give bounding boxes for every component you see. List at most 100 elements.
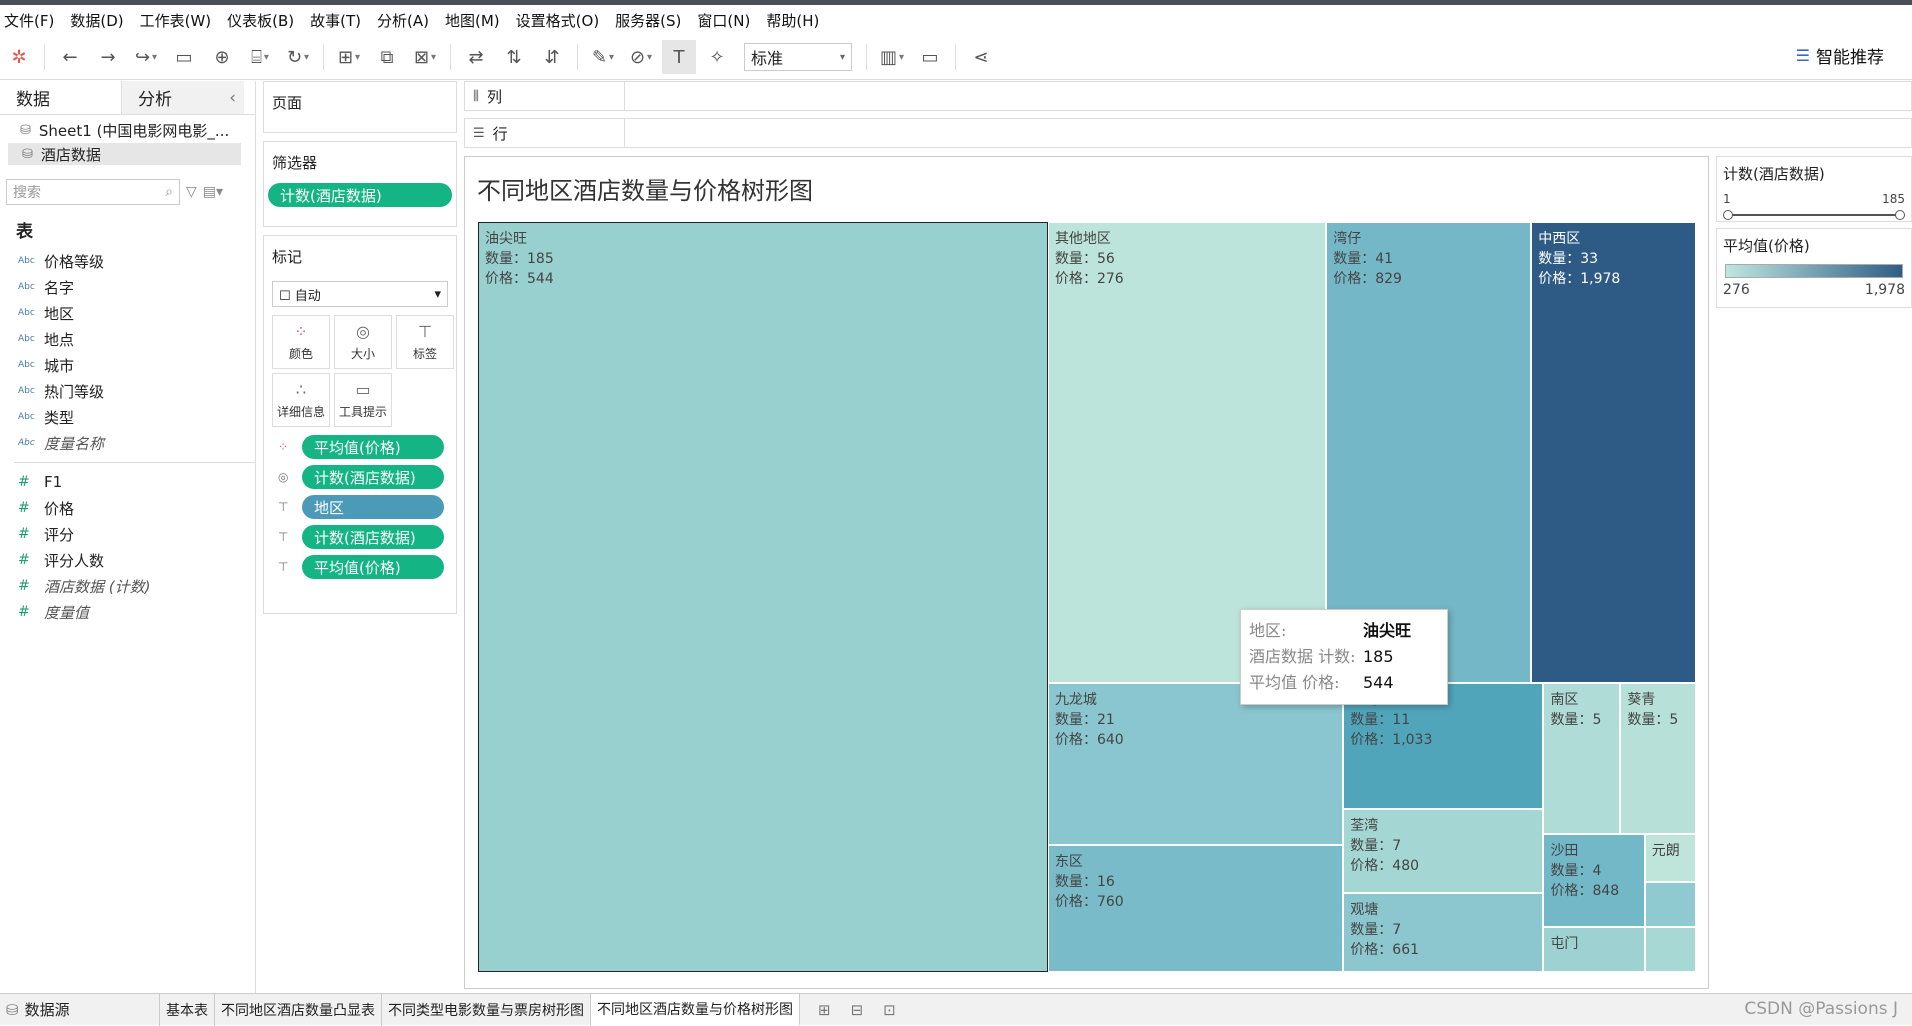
share-icon[interactable]: ⋖ bbox=[964, 40, 998, 74]
sheet-tab[interactable]: 不同类型电影数量与票房树形图 bbox=[382, 993, 591, 1026]
mark-pill-count-label[interactable]: 计数(酒店数据) bbox=[302, 525, 444, 549]
label-button[interactable]: ⊤ 标签 bbox=[396, 315, 454, 369]
tab-analysis[interactable]: 分析 ‹ bbox=[122, 81, 244, 114]
redo-dropdown-icon[interactable]: ↪ bbox=[129, 40, 163, 74]
mark-pill-price-label[interactable]: 平均值(价格) bbox=[302, 555, 444, 579]
highlight-icon[interactable]: ✎ bbox=[586, 40, 620, 74]
new-dashboard-icon[interactable]: ⊟ bbox=[851, 1001, 864, 1019]
datasource-menu-icon[interactable]: ⌸ bbox=[243, 40, 277, 74]
show-labels-icon[interactable]: T bbox=[662, 40, 696, 74]
treemap-cell[interactable]: 九龙城 数量：21 价格：640 bbox=[1047, 683, 1344, 846]
treemap-cell[interactable]: 屯门 bbox=[1543, 926, 1645, 972]
view-options-icon[interactable]: ▤▾ bbox=[203, 184, 223, 200]
dimension-field[interactable]: Abc 城市 bbox=[0, 352, 255, 378]
treemap-cell[interactable]: 沙田 数量：4 价格：848 bbox=[1543, 834, 1645, 927]
sort-descending-icon[interactable]: ⇵ bbox=[535, 40, 569, 74]
presentation-icon[interactable]: ▭ bbox=[913, 40, 947, 74]
dimension-field[interactable]: Abc 地点 bbox=[0, 326, 255, 352]
show-cards-icon[interactable]: ▥ bbox=[875, 40, 909, 74]
slider-max-handle[interactable] bbox=[1895, 210, 1905, 220]
datasource-tab[interactable]: ⛁ 数据源 bbox=[0, 993, 160, 1026]
mark-type-dropdown[interactable]: ☐ 自动 ▾ bbox=[272, 281, 448, 307]
new-story-icon[interactable]: ⊡ bbox=[883, 1001, 896, 1019]
redo-icon[interactable]: → bbox=[91, 40, 125, 74]
pin-icon[interactable]: ✧ bbox=[700, 40, 734, 74]
measure-field[interactable]: # F1 bbox=[0, 469, 255, 495]
filter-icon[interactable]: ▽ bbox=[186, 184, 197, 200]
treemap-cell[interactable] bbox=[1644, 926, 1696, 972]
menu-server[interactable]: 服务器(S) bbox=[615, 10, 681, 31]
columns-shelf[interactable]: ⫼ 列 bbox=[464, 81, 1912, 111]
save-icon[interactable]: ▭ bbox=[167, 40, 201, 74]
dimension-field[interactable]: Abc 度量名称 bbox=[0, 430, 255, 456]
dimension-field[interactable]: Abc 地区 bbox=[0, 300, 255, 326]
menu-format[interactable]: 设置格式(O) bbox=[516, 10, 600, 31]
group-icon[interactable]: ⊘ bbox=[624, 40, 658, 74]
new-datasource-icon[interactable]: ⊕ bbox=[205, 40, 239, 74]
menu-file[interactable]: 文件(F) bbox=[4, 10, 54, 31]
menu-worksheet[interactable]: 工作表(W) bbox=[140, 10, 212, 31]
color-button[interactable]: ⁘ 颜色 bbox=[272, 315, 330, 369]
treemap-cell[interactable]: 元朗 bbox=[1644, 834, 1696, 882]
measure-field[interactable]: # 度量值 bbox=[0, 599, 255, 625]
swap-icon[interactable]: ⇄ bbox=[459, 40, 493, 74]
new-sheet-icon[interactable]: ⊞ bbox=[332, 40, 366, 74]
cell-region-label: 荃湾 bbox=[1350, 817, 1379, 834]
treemap-cell[interactable]: 油尖旺 数量：185 价格：544 bbox=[478, 222, 1048, 972]
mark-pill-color[interactable]: 平均值(价格) bbox=[302, 435, 444, 459]
dimension-field[interactable]: Abc 名字 bbox=[0, 274, 255, 300]
treemap-cell[interactable]: 葵青 数量：5 bbox=[1620, 683, 1696, 835]
menu-help[interactable]: 帮助(H) bbox=[766, 10, 819, 31]
fit-dropdown[interactable]: 标准 ▾ bbox=[744, 43, 852, 71]
datasource-item[interactable]: ⛁ Sheet1 (中国电影网电影_... bbox=[0, 119, 255, 141]
undo-icon[interactable]: ← bbox=[53, 40, 87, 74]
menu-analysis[interactable]: 分析(A) bbox=[377, 10, 429, 31]
mark-pill-size[interactable]: 计数(酒店数据) bbox=[302, 465, 444, 489]
smart-recommend-button[interactable]: ☰ 智能推荐 bbox=[1796, 43, 1884, 68]
menu-window[interactable]: 窗口(N) bbox=[697, 10, 750, 31]
treemap-cell[interactable] bbox=[1644, 881, 1696, 927]
field-label: 价格等级 bbox=[44, 252, 105, 271]
menu-map[interactable]: 地图(M) bbox=[445, 10, 500, 31]
tooltip-button[interactable]: ▭ 工具提示 bbox=[334, 373, 392, 427]
treemap-cell[interactable]: 荃湾 数量：7 价格：480 bbox=[1343, 808, 1544, 893]
sheet-tab[interactable]: 不同地区酒店数量凸显表 bbox=[215, 993, 382, 1026]
dimension-field[interactable]: Abc 热门等级 bbox=[0, 378, 255, 404]
datasource-item-selected[interactable]: ⛁ 酒店数据 bbox=[8, 143, 241, 165]
tableau-logo-icon[interactable]: ✲ bbox=[2, 40, 36, 74]
sheet-tab[interactable]: 基本表 bbox=[160, 993, 215, 1026]
size-button[interactable]: ◎ 大小 bbox=[334, 315, 392, 369]
size-legend-slider[interactable] bbox=[1723, 210, 1905, 220]
filters-shelf: 计数(酒店数据) bbox=[264, 183, 456, 207]
rows-shelf[interactable]: ☰ 行 bbox=[464, 118, 1912, 148]
treemap-cell[interactable]: 南区 数量：5 bbox=[1543, 683, 1621, 835]
database-icon: ⛁ bbox=[20, 122, 31, 138]
sort-ascending-icon[interactable]: ⇅ bbox=[497, 40, 531, 74]
treemap-cell[interactable]: 东区 数量：16 价格：760 bbox=[1047, 845, 1344, 972]
tab-data[interactable]: 数据 bbox=[0, 81, 122, 114]
slider-min-handle[interactable] bbox=[1723, 210, 1733, 220]
menu-dashboard[interactable]: 仪表板(B) bbox=[227, 10, 294, 31]
sheet-tab-active[interactable]: 不同地区酒店数量与价格树形图 bbox=[591, 993, 800, 1026]
menu-data[interactable]: 数据(D) bbox=[70, 10, 123, 31]
dimension-field[interactable]: Abc 价格等级 bbox=[0, 248, 255, 274]
collapse-icon[interactable]: ‹ bbox=[229, 88, 244, 108]
measure-field[interactable]: # 价格 bbox=[0, 495, 255, 521]
search-input[interactable]: 搜索 ⌕ bbox=[6, 179, 180, 205]
new-worksheet-icon[interactable]: ⊞ bbox=[818, 1001, 831, 1019]
mark-pill-region[interactable]: 地区 bbox=[302, 495, 444, 519]
tooltip-value: 油尖旺 bbox=[1363, 621, 1412, 640]
treemap-cell[interactable]: 观塘 数量：7 价格：661 bbox=[1343, 892, 1544, 972]
filter-pill[interactable]: 计数(酒店数据) bbox=[268, 183, 452, 207]
duplicate-sheet-icon[interactable]: ⧉ bbox=[370, 40, 404, 74]
detail-button[interactable]: ∴ 详细信息 bbox=[272, 373, 330, 427]
measure-field[interactable]: # 评分 bbox=[0, 521, 255, 547]
measure-field[interactable]: # 评分人数 bbox=[0, 547, 255, 573]
treemap-cell[interactable]: 中西区 数量：33 价格：1,978 bbox=[1531, 222, 1696, 684]
clear-sheet-icon[interactable]: ⊠ bbox=[408, 40, 442, 74]
measure-field[interactable]: # 酒店数据 (计数) bbox=[0, 573, 255, 599]
dimension-field[interactable]: Abc 类型 bbox=[0, 404, 255, 430]
menu-story[interactable]: 故事(T) bbox=[310, 10, 361, 31]
mark-row: ⊤ 平均值(价格) bbox=[278, 555, 448, 579]
refresh-icon[interactable]: ↻ bbox=[281, 40, 315, 74]
